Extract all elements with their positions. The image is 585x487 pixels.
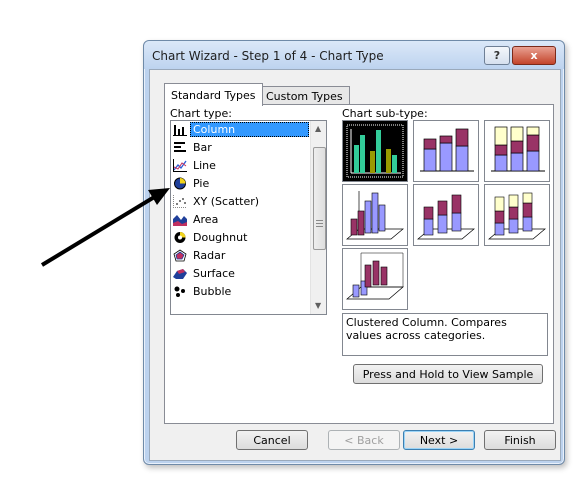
- list-item-xy-scatter[interactable]: XY (Scatter): [173, 194, 262, 209]
- standard-types-panel: Chart type: Chart sub-type: Column Bar L…: [164, 104, 554, 424]
- subtype-clustered-column[interactable]: [342, 120, 408, 182]
- subtype-stacked-column[interactable]: [413, 120, 479, 182]
- radar-chart-icon: [173, 249, 187, 262]
- 3d-percent-stacked-column-icon: [488, 192, 546, 240]
- scatter-chart-icon: [173, 195, 187, 208]
- subtype-3d-100-stacked-column[interactable]: [484, 184, 550, 246]
- area-chart-icon: [173, 215, 187, 226]
- dialog-body: Standard Types Custom Types Chart type: …: [149, 69, 561, 461]
- finish-button[interactable]: Finish: [484, 430, 556, 450]
- chart-description: Clustered Column. Compares values across…: [342, 313, 548, 356]
- next-button[interactable]: Next >: [403, 430, 475, 450]
- clustered-column-icon: [346, 124, 404, 178]
- tab-custom-types[interactable]: Custom Types: [259, 86, 350, 105]
- chart-type-scrollbar[interactable]: ▲ ▼: [310, 121, 326, 314]
- list-item-bubble[interactable]: Bubble: [173, 284, 234, 299]
- 3d-clustered-column-icon: [346, 191, 404, 240]
- window-title: Chart Wizard - Step 1 of 4 - Chart Type: [152, 49, 384, 63]
- chart-subtype-label: Chart sub-type:: [342, 107, 428, 120]
- chart-wizard-dialog: Chart Wizard - Step 1 of 4 - Chart Type …: [143, 40, 565, 465]
- line-chart-icon: [173, 159, 187, 172]
- subtype-100-stacked-column[interactable]: [484, 120, 550, 182]
- scroll-down-icon[interactable]: ▼: [315, 301, 321, 310]
- bubble-chart-icon: [174, 286, 185, 297]
- grip-icon: [316, 220, 323, 228]
- list-item-surface[interactable]: Surface: [173, 266, 238, 281]
- chart-type-list[interactable]: Column Bar Line Pie XY (Scatter) Area Do…: [170, 120, 327, 315]
- list-item-column[interactable]: Column: [173, 122, 309, 137]
- list-item-line[interactable]: Line: [173, 158, 219, 173]
- tab-standard-types[interactable]: Standard Types: [164, 83, 263, 106]
- 3d-column-icon: [346, 252, 404, 300]
- percent-stacked-column-icon: [491, 126, 545, 172]
- list-item-pie[interactable]: Pie: [173, 176, 212, 191]
- help-button[interactable]: ?: [484, 46, 510, 65]
- 3d-stacked-column-icon: [417, 194, 475, 240]
- view-sample-button[interactable]: Press and Hold to View Sample: [353, 364, 543, 384]
- list-item-radar[interactable]: Radar: [173, 248, 228, 263]
- surface-chart-icon: [173, 269, 187, 279]
- subtype-3d-clustered-column[interactable]: [342, 184, 408, 246]
- cancel-button[interactable]: Cancel: [236, 430, 308, 450]
- pie-chart-icon: [174, 177, 186, 190]
- stacked-column-icon: [420, 128, 474, 172]
- scroll-thumb[interactable]: [313, 147, 326, 250]
- subtype-3d-stacked-column[interactable]: [413, 184, 479, 246]
- list-item-area[interactable]: Area: [173, 212, 221, 227]
- scroll-up-icon[interactable]: ▲: [315, 124, 321, 133]
- list-item-doughnut[interactable]: Doughnut: [173, 230, 250, 245]
- subtype-3d-column[interactable]: [342, 248, 408, 310]
- close-button[interactable]: x: [512, 46, 556, 65]
- title-bar[interactable]: Chart Wizard - Step 1 of 4 - Chart Type …: [144, 41, 564, 69]
- column-chart-icon: [173, 125, 187, 136]
- chart-type-label: Chart type:: [170, 107, 233, 120]
- bar-chart-icon: [174, 142, 186, 152]
- back-button[interactable]: < Back: [328, 430, 400, 450]
- list-item-bar[interactable]: Bar: [173, 140, 215, 155]
- doughnut-chart-icon: [174, 232, 186, 243]
